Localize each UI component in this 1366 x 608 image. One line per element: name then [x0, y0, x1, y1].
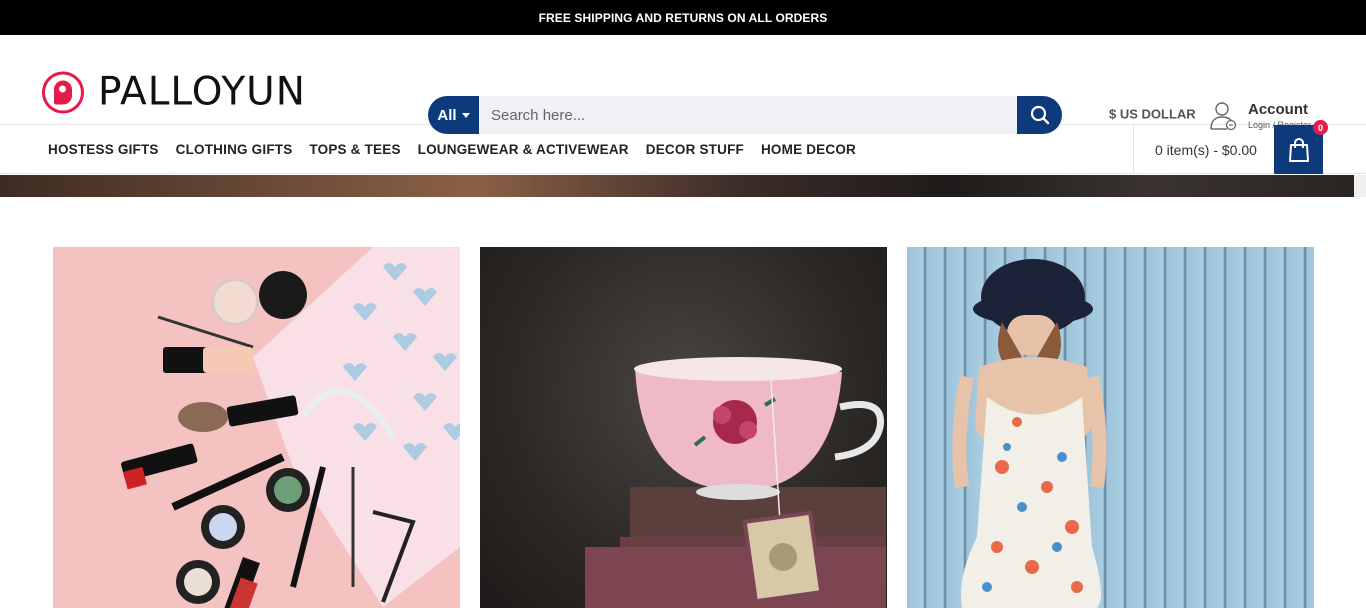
- currency-selector[interactable]: $ US DOLLAR: [1109, 107, 1196, 122]
- mini-cart[interactable]: 0 item(s) - $0.00 0: [1133, 120, 1328, 174]
- logo-icon: [42, 71, 84, 113]
- product-image-cosmetics[interactable]: [53, 247, 460, 608]
- product-grid: [53, 247, 1314, 608]
- product-image-teacup[interactable]: [480, 247, 887, 608]
- chevron-down-icon: [461, 112, 470, 118]
- nav-item-decor-stuff[interactable]: DECOR STUFF: [646, 142, 744, 157]
- search-icon: [1030, 105, 1049, 125]
- search-category-label: All: [437, 106, 457, 124]
- nav-item-loungewear-activewear[interactable]: LOUNGEWEAR & ACTIVEWEAR: [418, 142, 629, 157]
- main-nav: HOSTESS GIFTS CLOTHING GIFTS TOPS & TEES…: [0, 120, 1366, 174]
- cart-count-badge: 0: [1313, 120, 1328, 135]
- announcement-bar: FREE SHIPPING AND RETURNS ON ALL ORDERS: [0, 0, 1366, 35]
- nav-item-clothing-gifts[interactable]: CLOTHING GIFTS: [176, 142, 293, 157]
- nav-item-hostess-gifts[interactable]: HOSTESS GIFTS: [48, 142, 159, 157]
- product-image-floral-dress[interactable]: [907, 247, 1314, 608]
- cart-button[interactable]: 0: [1274, 120, 1328, 174]
- announcement-text: FREE SHIPPING AND RETURNS ON ALL ORDERS: [538, 10, 828, 25]
- cart-summary: 0 item(s) - $0.00: [1155, 141, 1257, 158]
- site-header: PALLOYUN All $ US DOLLAR Account Login /…: [0, 35, 1366, 134]
- shopping-bag-icon: [1288, 137, 1309, 162]
- hero-banner: [0, 175, 1366, 197]
- account-title: Account: [1248, 101, 1308, 118]
- brand-name: PALLOYUN: [98, 69, 306, 115]
- nav-item-home-decor[interactable]: HOME DECOR: [761, 142, 856, 157]
- scrollbar[interactable]: [1354, 175, 1366, 197]
- brand-logo[interactable]: PALLOYUN: [42, 70, 306, 115]
- nav-item-tops-tees[interactable]: TOPS & TEES: [309, 142, 400, 157]
